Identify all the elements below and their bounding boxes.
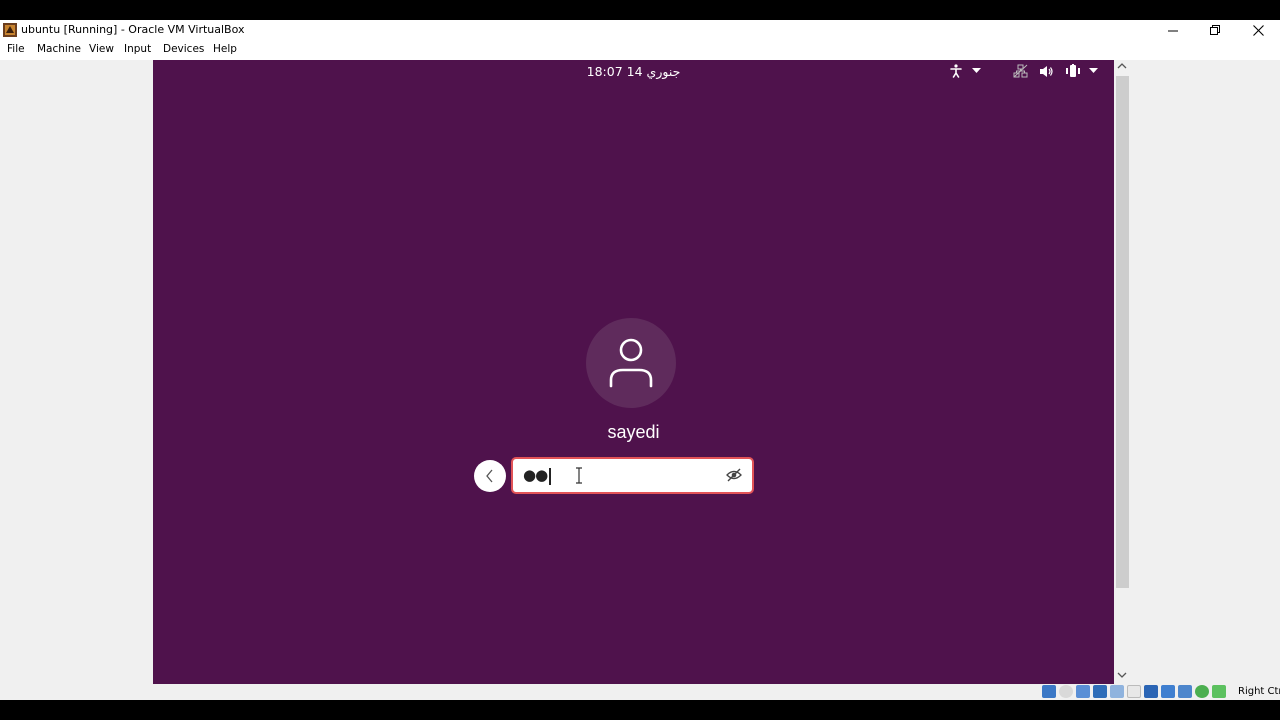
- menu-devices[interactable]: Devices: [163, 43, 204, 55]
- window-title: ubuntu [Running] - Oracle VM VirtualBox: [21, 23, 245, 36]
- menu-file[interactable]: File: [7, 43, 25, 55]
- minimize-icon: [1167, 30, 1178, 32]
- password-field[interactable]: ●●: [511, 457, 754, 494]
- battery-icon: [1066, 64, 1080, 77]
- top-letterbox: [0, 0, 1280, 20]
- virtualbox-window: ubuntu [Running] - Oracle VM VirtualBox …: [0, 20, 1280, 700]
- status-bar: Right Ctrl: [0, 684, 1280, 700]
- restore-icon: [1209, 25, 1220, 35]
- back-button[interactable]: [474, 460, 506, 492]
- text-caret: [549, 468, 551, 485]
- chevron-down-icon: [972, 68, 981, 73]
- menu-input[interactable]: Input: [124, 43, 151, 55]
- chevron-left-icon: [486, 469, 493, 483]
- user-icon: [609, 338, 653, 388]
- ubuntu-login-screen[interactable]: جنوري 14 18:07 sayedi ●●: [153, 60, 1114, 684]
- minimize-button[interactable]: [1152, 20, 1194, 41]
- ibeam-cursor-icon: [576, 467, 582, 484]
- user-avatar: [586, 318, 676, 408]
- host-key-label[interactable]: Right Ctrl: [1238, 686, 1280, 697]
- hard-disk-icon[interactable]: [1042, 685, 1056, 698]
- vertical-scrollbar[interactable]: [1114, 60, 1130, 684]
- shared-folder-icon[interactable]: [1127, 685, 1141, 698]
- restore-button[interactable]: [1194, 20, 1236, 41]
- audio-icon[interactable]: [1076, 685, 1090, 698]
- optical-drive-icon[interactable]: [1059, 685, 1073, 698]
- system-menu[interactable]: [1013, 64, 1098, 78]
- close-button[interactable]: [1237, 20, 1279, 41]
- bottom-letterbox: [0, 700, 1280, 720]
- menu-view[interactable]: View: [89, 43, 114, 55]
- menu-machine[interactable]: Machine: [37, 43, 81, 55]
- username-label: sayedi: [607, 422, 660, 442]
- video-capture-icon[interactable]: [1161, 685, 1175, 698]
- network-icon: [1013, 64, 1028, 78]
- cpu-icon[interactable]: [1195, 685, 1209, 698]
- usb-icon[interactable]: [1110, 685, 1124, 698]
- scroll-up-icon[interactable]: [1117, 62, 1127, 69]
- chevron-down-icon: [1089, 68, 1098, 73]
- show-password-icon[interactable]: [726, 468, 742, 482]
- title-bar: ubuntu [Running] - Oracle VM VirtualBox: [0, 20, 1280, 41]
- display-icon[interactable]: [1144, 685, 1158, 698]
- virtualbox-app-icon: [3, 23, 17, 37]
- accessibility-icon: [950, 64, 962, 78]
- mouse-integration-icon[interactable]: [1212, 685, 1226, 698]
- volume-icon: [1040, 65, 1053, 77]
- scrollbar-thumb[interactable]: [1116, 76, 1129, 588]
- network-status-icon[interactable]: [1093, 685, 1107, 698]
- close-icon: [1252, 25, 1264, 36]
- menu-bar: File Machine View Input Devices Help: [0, 41, 1280, 60]
- status-icons: [1042, 685, 1226, 698]
- accessibility-menu[interactable]: [950, 64, 981, 78]
- menu-help[interactable]: Help: [213, 43, 237, 55]
- password-value: ●●: [523, 466, 548, 484]
- scroll-down-icon[interactable]: [1117, 672, 1127, 679]
- recording-icon[interactable]: [1178, 685, 1192, 698]
